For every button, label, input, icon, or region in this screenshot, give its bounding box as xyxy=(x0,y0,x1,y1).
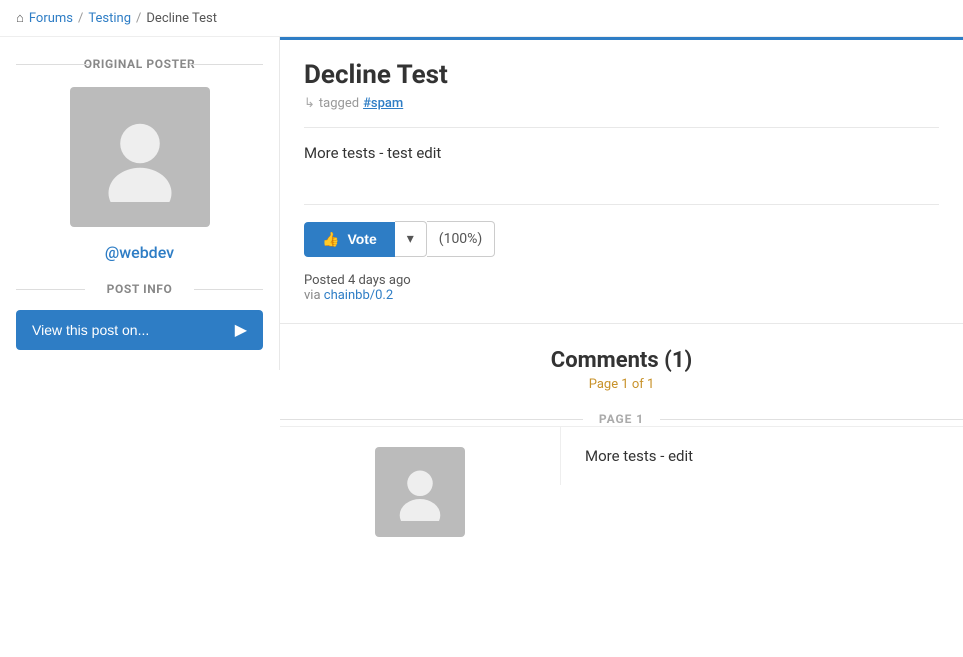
posted-time: Posted 4 days ago xyxy=(304,273,411,288)
comment-avatar-area xyxy=(280,427,560,557)
avatar-icon xyxy=(95,112,185,202)
home-icon: ⌂ xyxy=(16,10,24,26)
chevron-down-icon: ▾ xyxy=(407,231,414,247)
comments-section: Comments (1) Page 1 of 1 PAGE 1 xyxy=(280,324,963,581)
breadcrumb-home-link[interactable]: Forums xyxy=(29,11,73,26)
vote-button[interactable]: 👍 Vote xyxy=(304,222,395,257)
thumbs-up-icon: 👍 xyxy=(322,231,339,248)
username: @webdev xyxy=(16,243,263,262)
tagged-label: tagged xyxy=(319,96,359,111)
content-area: Decline Test ↳ tagged #spam More tests -… xyxy=(280,37,963,581)
comment-content: More tests - edit xyxy=(560,427,963,485)
avatar xyxy=(70,87,210,227)
post-area: Decline Test ↳ tagged #spam More tests -… xyxy=(280,40,963,324)
breadcrumb-sep2: / xyxy=(136,11,141,26)
post-info-label: POST INFO xyxy=(16,282,263,296)
post-divider xyxy=(304,127,939,128)
avatar-container xyxy=(16,87,263,227)
tag-arrow-icon: ↳ xyxy=(304,96,315,111)
sidebar: ORIGINAL POSTER @webdev POST INFO View t… xyxy=(0,37,280,370)
comment-avatar xyxy=(375,447,465,537)
main-layout: ORIGINAL POSTER @webdev POST INFO View t… xyxy=(0,37,963,581)
breadcrumb: ⌂ Forums / Testing / Decline Test xyxy=(0,0,963,37)
view-post-label: View this post on... xyxy=(32,322,149,338)
vote-percent: (100%) xyxy=(427,221,496,257)
comments-title: Comments (1) xyxy=(304,348,939,373)
tag-link[interactable]: #spam xyxy=(363,96,403,111)
page-divider-row: PAGE 1 xyxy=(280,412,963,426)
view-post-arrow-icon: ▶ xyxy=(235,320,247,340)
vote-row: 👍 Vote ▾ (100%) xyxy=(304,221,939,257)
breadcrumb-current: Decline Test xyxy=(146,11,217,26)
view-post-button[interactable]: View this post on... ▶ xyxy=(16,310,263,350)
post-body: More tests - test edit xyxy=(304,144,939,184)
via-link[interactable]: chainbb/0.2 xyxy=(324,288,393,303)
vote-label: Vote xyxy=(347,231,376,247)
post-meta: Posted 4 days ago via chainbb/0.2 xyxy=(304,273,939,303)
comments-page-info: Page 1 of 1 xyxy=(304,377,939,392)
post-title: Decline Test xyxy=(304,60,939,90)
breadcrumb-sep1: / xyxy=(78,11,83,26)
original-poster-label: ORIGINAL POSTER xyxy=(16,57,263,71)
vote-dropdown[interactable]: ▾ xyxy=(395,221,427,257)
comment-avatar-icon xyxy=(391,463,449,521)
via-label: via xyxy=(304,288,321,303)
comments-header: Comments (1) Page 1 of 1 xyxy=(280,348,963,392)
breadcrumb-section-link[interactable]: Testing xyxy=(88,11,131,26)
tagged-line: ↳ tagged #spam xyxy=(304,96,939,111)
comment-item: More tests - edit xyxy=(280,426,963,557)
comment-body: More tests - edit xyxy=(585,447,939,465)
page-label: PAGE 1 xyxy=(583,412,660,426)
vote-divider xyxy=(304,204,939,205)
